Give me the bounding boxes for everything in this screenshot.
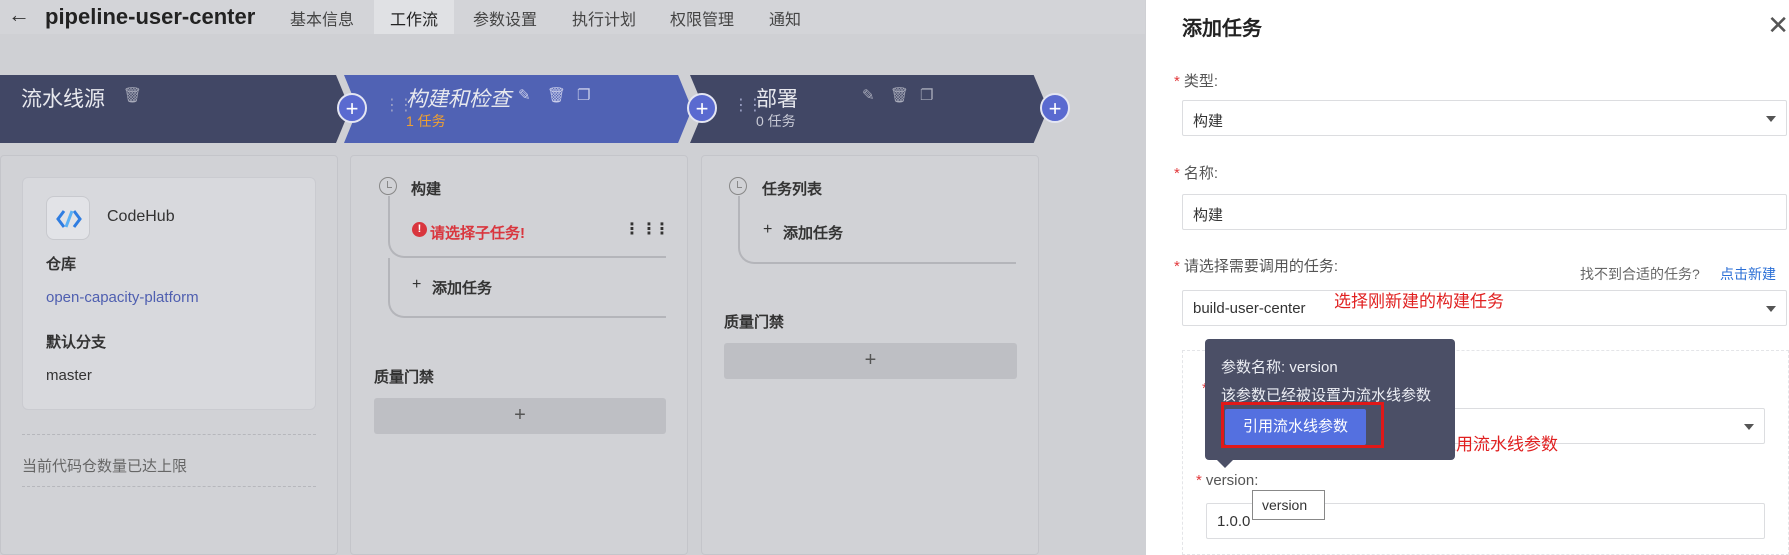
clock-icon: [379, 177, 397, 195]
task-select-label: * 请选择需要调用的任务:: [1174, 258, 1339, 275]
tab-params[interactable]: 参数设置: [473, 6, 537, 30]
edit-icon[interactable]: ✎: [862, 86, 875, 104]
add-stage-button[interactable]: +: [687, 93, 717, 123]
quality-gate-title: 质量门禁: [724, 314, 785, 331]
stage-build-title: 构建和检查: [406, 88, 511, 111]
top-nav: ← pipeline-user-center 基本信息 工作流 参数设置 执行计…: [0, 0, 1145, 34]
tab-permissions[interactable]: 权限管理: [670, 6, 734, 30]
plus-icon[interactable]: +: [412, 276, 421, 294]
add-stage-button[interactable]: +: [1040, 93, 1070, 123]
trash-icon[interactable]: 🗑: [890, 86, 909, 104]
name-input[interactable]: 构建: [1182, 194, 1787, 230]
annotation-select-task: 选择刚新建的构建任务: [1334, 292, 1504, 312]
create-new-link[interactable]: 点击新建: [1720, 264, 1776, 284]
trash-icon[interactable]: 🗑: [123, 86, 142, 104]
job-bracket: [388, 258, 666, 318]
pipeline-title: pipeline-user-center: [45, 4, 256, 29]
clock-icon: [729, 177, 747, 195]
tab-workflow[interactable]: 工作流: [374, 0, 455, 34]
trash-icon[interactable]: 🗑: [547, 86, 566, 104]
error-icon: !: [412, 222, 427, 237]
copy-icon[interactable]: ❐: [577, 86, 590, 104]
repo-label: 仓库: [46, 256, 77, 273]
caret-down-icon: [1766, 306, 1776, 312]
stage-build-count: 1 任务: [406, 113, 446, 129]
branch-label: 默认分支: [46, 334, 107, 351]
type-label: * 类型:: [1174, 73, 1219, 90]
close-icon[interactable]: ✕: [1767, 10, 1789, 41]
name-value: 构建: [1193, 207, 1224, 224]
type-select[interactable]: 构建: [1182, 100, 1787, 136]
source-name: CodeHub: [107, 208, 175, 225]
add-quality-gate-button[interactable]: +: [724, 343, 1017, 379]
repo-limit-note: 当前代码仓数量已达上限: [22, 458, 188, 475]
repo-link[interactable]: open-capacity-platform: [46, 289, 199, 306]
name-label: * 名称:: [1174, 165, 1219, 182]
branch-value: master: [46, 367, 92, 384]
popover-param-name: 参数名称: version: [1221, 359, 1338, 376]
stage-source-title: 流水线源: [21, 88, 105, 111]
task-value: build-user-center: [1193, 300, 1306, 317]
quality-gate-title: 质量门禁: [374, 369, 435, 386]
edit-icon[interactable]: ✎: [518, 86, 531, 104]
tab-notify[interactable]: 通知: [769, 6, 801, 30]
divider: [22, 486, 316, 487]
version-hover-tooltip: version: [1252, 490, 1325, 520]
job-error-text[interactable]: 请选择子任务!: [430, 222, 525, 243]
plus-icon[interactable]: +: [763, 221, 772, 239]
drawer-title: 添加任务: [1182, 18, 1262, 40]
drag-handle-icon[interactable]: ⋮⋮: [641, 219, 670, 239]
type-value: 构建: [1193, 113, 1224, 130]
job-bracket: [738, 196, 1016, 264]
tab-basic-info[interactable]: 基本信息: [290, 6, 354, 30]
add-stage-button[interactable]: +: [337, 93, 367, 123]
highlight-box: [1221, 402, 1384, 448]
task-hint: 找不到合适的任务?: [1580, 266, 1700, 282]
codehub-logo: [46, 196, 90, 240]
caret-down-icon: [1766, 116, 1776, 122]
divider: [22, 434, 316, 435]
stage-deploy-title: 部署: [756, 88, 798, 111]
add-quality-gate-button[interactable]: +: [374, 398, 666, 434]
arrow-left-icon[interactable]: ←: [8, 2, 30, 28]
more-icon[interactable]: ⋮: [624, 219, 640, 239]
add-task-button[interactable]: 添加任务: [432, 277, 492, 298]
copy-icon[interactable]: ❐: [920, 86, 933, 104]
tab-schedule[interactable]: 执行计划: [572, 6, 636, 30]
add-task-button[interactable]: 添加任务: [783, 222, 843, 243]
stage-deploy-count: 0 任务: [756, 113, 796, 129]
